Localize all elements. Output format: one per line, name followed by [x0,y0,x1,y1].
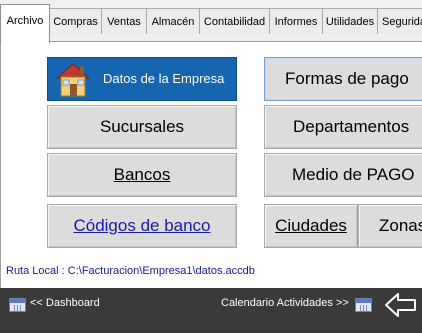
medio-pago-button[interactable]: Medio de PAGO [264,153,422,197]
departamentos-button[interactable]: Departamentos [264,105,422,149]
ciudades-label: Ciudades [275,216,347,235]
tab-contabilidad[interactable]: Contabilidad [199,8,270,34]
zonas-label: Zonas [379,216,422,235]
tab-informes[interactable]: Informes [269,8,323,34]
calendar-icon[interactable] [9,298,26,312]
departamentos-label: Departamentos [293,117,410,136]
ruta-local-text: Ruta Local : C:\Facturacion\Empresa1\dat… [6,265,255,277]
tab-ventas[interactable]: Ventas [101,8,147,34]
codigos-banco-button[interactable]: Códigos de banco [47,204,237,248]
calendar-icon[interactable] [355,298,372,312]
tab-almacen[interactable]: Almacén [146,8,200,34]
medio-pago-label: Medio de PAGO [292,165,415,184]
ciudades-button[interactable]: Ciudades [264,204,358,248]
bancos-button[interactable]: Bancos [47,153,237,197]
tab-seguridad[interactable]: Seguridad [377,8,422,34]
zonas-button[interactable]: Zonas [358,204,422,248]
datos-empresa-button[interactable]: Datos de la Empresa [47,57,237,101]
tab-archivo[interactable]: Archivo [0,4,50,43]
tab-utilidades[interactable]: Utilidades [322,8,378,34]
bancos-label: Bancos [113,165,171,184]
datos-empresa-label: Datos de la Empresa [103,71,225,86]
house-icon [54,60,92,98]
formas-pago-label: Formas de pago [285,69,409,88]
sucursales-button[interactable]: Sucursales [47,105,237,149]
codigos-banco-label: Códigos de banco [73,216,211,235]
calendario-actividades-link[interactable]: Calendario Actividades >> [221,297,349,309]
dashboard-link[interactable]: << Dashboard [30,297,100,309]
sucursales-label: Sucursales [99,117,185,136]
arrow-left-icon[interactable] [384,292,418,318]
formas-pago-button[interactable]: Formas de pago [264,57,422,101]
tab-compras[interactable]: Compras [49,8,102,34]
